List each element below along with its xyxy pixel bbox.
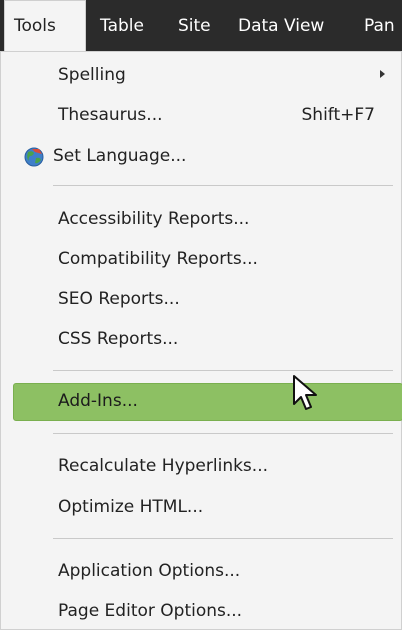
menu-item-label: SEO Reports...	[58, 289, 180, 309]
menu-item-label: Add-Ins...	[58, 391, 138, 411]
menu-site[interactable]: Site	[178, 0, 211, 52]
menu-item-seo-reports[interactable]: SEO Reports...	[1, 279, 401, 319]
tools-dropdown-menu: Spelling Thesaurus... Shift+F7 Set Langu…	[0, 51, 402, 630]
menu-item-label: Compatibility Reports...	[58, 249, 258, 269]
menu-panels[interactable]: Pan	[364, 0, 395, 52]
menu-item-label: CSS Reports...	[58, 329, 179, 349]
menu-item-label: Application Options...	[58, 561, 241, 581]
menu-data-view[interactable]: Data View	[238, 0, 324, 52]
menu-item-label: Recalculate Hyperlinks...	[58, 456, 269, 476]
menu-tools[interactable]: Tools	[4, 0, 86, 52]
menu-item-recalculate-hyperlinks[interactable]: Recalculate Hyperlinks...	[1, 446, 401, 486]
menu-table[interactable]: Table	[100, 0, 144, 52]
menu-item-accessibility-reports[interactable]: Accessibility Reports...	[1, 199, 401, 239]
menu-item-set-language[interactable]: Set Language...	[1, 136, 401, 176]
menu-item-thesaurus[interactable]: Thesaurus... Shift+F7	[1, 95, 401, 135]
menu-item-label: Optimize HTML...	[58, 497, 204, 517]
menu-item-compatibility-reports[interactable]: Compatibility Reports...	[1, 239, 401, 279]
menu-separator	[53, 433, 393, 434]
menu-item-label: Spelling	[58, 65, 126, 85]
menu-item-label: Accessibility Reports...	[58, 209, 250, 229]
menu-item-label: Thesaurus...	[58, 105, 163, 125]
menu-separator	[53, 370, 393, 371]
menu-item-css-reports[interactable]: CSS Reports...	[1, 319, 401, 359]
menu-separator	[53, 185, 393, 186]
menu-item-add-ins[interactable]: Add-Ins...	[1, 383, 402, 423]
chevron-right-icon	[380, 70, 385, 78]
menu-item-shortcut: Shift+F7	[301, 105, 375, 125]
menu-item-label: Set Language...	[53, 146, 187, 166]
globe-icon	[24, 147, 44, 167]
menu-item-label: Page Editor Options...	[58, 601, 243, 621]
menu-bar: Tools Table Site Data View Pan	[0, 0, 402, 52]
menu-item-page-editor-options[interactable]: Page Editor Options...	[1, 591, 401, 631]
mouse-pointer-icon	[293, 375, 317, 410]
menu-item-spelling[interactable]: Spelling	[1, 55, 401, 95]
menu-separator	[53, 538, 393, 539]
menu-item-application-options[interactable]: Application Options...	[1, 551, 401, 591]
menu-item-optimize-html[interactable]: Optimize HTML...	[1, 487, 401, 527]
